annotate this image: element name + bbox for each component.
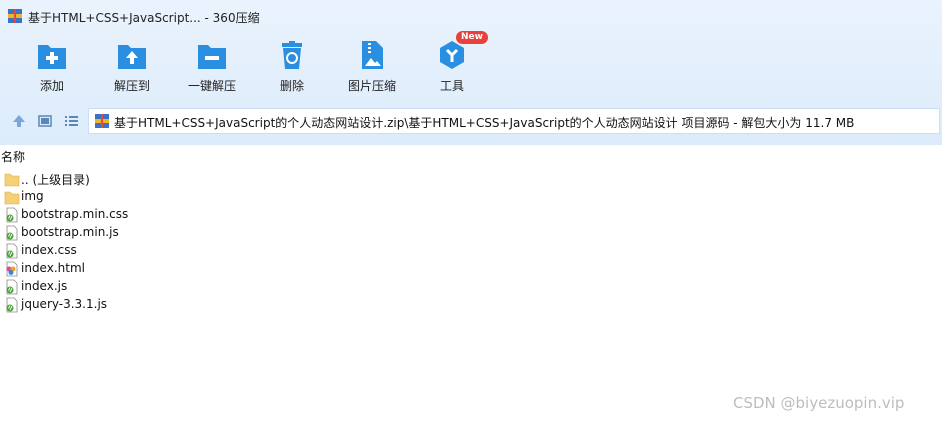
script-file-icon (6, 297, 18, 313)
file-name: .. (上级目录) (21, 173, 90, 187)
window-title: 基于HTML+CSS+JavaScript... - 360压缩 (28, 11, 260, 25)
file-name: index.js (21, 279, 68, 293)
file-name: img (21, 189, 44, 203)
add-label: 添加 (39, 79, 64, 93)
folder-icon (4, 173, 20, 187)
image-compress-label: 图片压缩 (347, 79, 396, 93)
top-panel: 基于HTML+CSS+JavaScript... - 360压缩 添加 解压到 (0, 0, 942, 145)
delete-icon (282, 41, 302, 69)
script-file-icon (6, 279, 18, 295)
list-item[interactable]: index.html (3, 260, 303, 278)
add-icon (38, 45, 66, 69)
image-compress-icon (362, 41, 383, 69)
extract-to-button[interactable]: 解压到 (92, 34, 172, 98)
one-click-extract-icon (198, 45, 226, 69)
tools-label: 工具 (439, 79, 464, 93)
file-name: index.html (21, 261, 85, 275)
one-click-extract-label: 一键解压 (187, 79, 236, 93)
list-item[interactable]: .. (上级目录) (3, 170, 303, 188)
watermark: CSDN @biyezuopin.vip (733, 394, 905, 412)
list-item[interactable]: index.css (3, 242, 303, 260)
one-click-extract-button[interactable]: 一键解压 (172, 34, 252, 98)
tools-button[interactable]: New 工具 (412, 31, 492, 98)
file-name: index.css (21, 243, 77, 257)
file-name: bootstrap.min.css (21, 207, 129, 221)
address-bar[interactable]: 基于HTML+CSS+JavaScript的个人动态网站设计.zip\基于HTM… (88, 108, 940, 134)
file-name: jquery-3.3.1.js (21, 297, 108, 311)
delete-label: 删除 (279, 79, 304, 93)
toolbar: 添加 解压到 一键解压 删除 图片压缩 New 工具 (0, 31, 942, 100)
extract-to-icon (118, 45, 146, 69)
list-header: 名称 (0, 147, 942, 165)
thumbnail-view-icon[interactable] (37, 113, 53, 129)
address-row: 基于HTML+CSS+JavaScript的个人动态网站设计.zip\基于HTM… (0, 106, 942, 136)
list-item[interactable]: bootstrap.min.js (3, 224, 303, 242)
title-bar: 基于HTML+CSS+JavaScript... - 360压缩 (0, 0, 942, 30)
zip-archive-icon (95, 114, 109, 128)
column-header-name[interactable]: 名称 (1, 148, 25, 165)
script-file-icon (6, 207, 18, 223)
list-item[interactable]: img (3, 188, 303, 206)
zip-archive-icon (8, 9, 22, 23)
list-view-icon[interactable] (63, 113, 79, 129)
delete-button[interactable]: 删除 (252, 34, 332, 98)
up-arrow-icon[interactable] (11, 113, 27, 129)
script-file-icon (6, 243, 18, 259)
folder-icon (4, 191, 20, 205)
extract-to-label: 解压到 (113, 79, 150, 93)
html-file-icon (6, 261, 18, 277)
image-compress-button[interactable]: 图片压缩 (332, 34, 412, 98)
file-name: bootstrap.min.js (21, 225, 119, 239)
script-file-icon (6, 225, 18, 241)
list-item[interactable]: bootstrap.min.css (3, 206, 303, 224)
list-item[interactable]: index.js (3, 278, 303, 296)
address-path: 基于HTML+CSS+JavaScript的个人动态网站设计.zip\基于HTM… (114, 116, 855, 130)
list-item[interactable]: jquery-3.3.1.js (3, 296, 303, 314)
new-badge: New (456, 31, 488, 44)
add-button[interactable]: 添加 (12, 34, 92, 98)
